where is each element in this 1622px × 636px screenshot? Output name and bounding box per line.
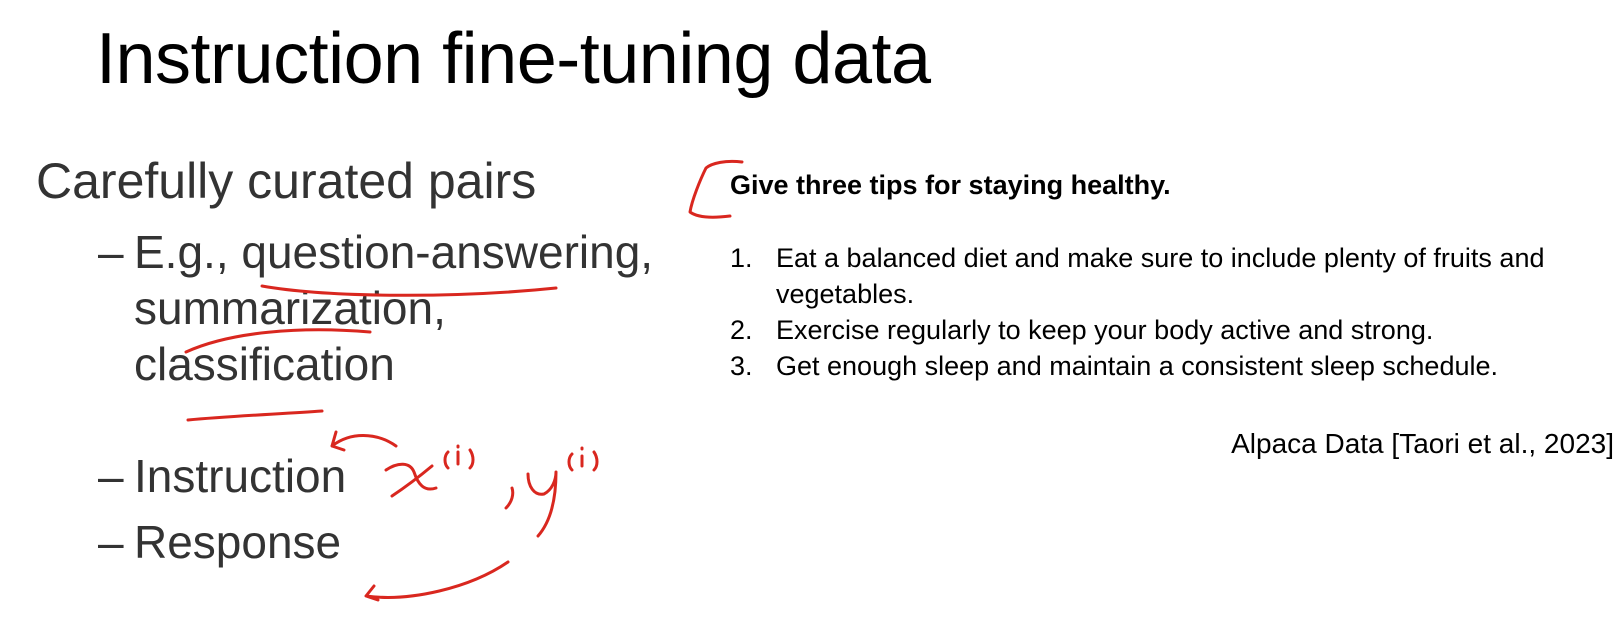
example-prompt: Give three tips for staying healthy.	[730, 170, 1171, 200]
examples-line-3: classification	[134, 338, 395, 390]
handwritten-y-i	[526, 470, 558, 538]
list-text: Eat a balanced diet and make sure to inc…	[776, 243, 1545, 309]
instruction-label: Instruction	[134, 450, 347, 502]
list-item: 1. Eat a balanced diet and make sure to …	[730, 240, 1610, 312]
list-item: 2. Exercise regularly to keep your body …	[730, 312, 1610, 348]
slide-title: Instruction fine-tuning data	[96, 19, 931, 99]
underline-classification	[186, 409, 324, 422]
handwritten-comma	[504, 486, 515, 510]
example-response-list: 1. Eat a balanced diet and make sure to …	[730, 240, 1610, 384]
handwritten-y-superscript	[567, 446, 599, 472]
handwritten-x-i	[384, 462, 438, 498]
response-label: Response	[134, 516, 342, 568]
main-bullet: Carefully curated pairs	[36, 153, 537, 209]
list-item: 3. Get enough sleep and maintain a consi…	[730, 348, 1610, 384]
examples-line-2: summarization,	[134, 282, 446, 334]
bullet-dash: –	[98, 226, 124, 278]
citation: Alpaca Data [Taori et al., 2023]	[1231, 428, 1614, 459]
sub-bullet-examples: – E.g., question-answering, summarization…	[98, 224, 653, 392]
examples-line-1: E.g., question-answering,	[134, 226, 654, 278]
list-number: 2.	[730, 315, 753, 345]
bullet-dash: –	[98, 450, 124, 502]
list-number: 1.	[730, 243, 753, 273]
handwritten-x-superscript	[443, 444, 475, 470]
sub-bullet-instruction: – Instruction	[98, 448, 346, 504]
arrow-to-response	[364, 560, 510, 602]
sub-bullet-response: – Response	[98, 514, 341, 570]
list-text: Exercise regularly to keep your body act…	[776, 315, 1434, 345]
list-text: Get enough sleep and maintain a consiste…	[776, 351, 1498, 381]
bullet-dash: –	[98, 516, 124, 568]
list-number: 3.	[730, 351, 753, 381]
